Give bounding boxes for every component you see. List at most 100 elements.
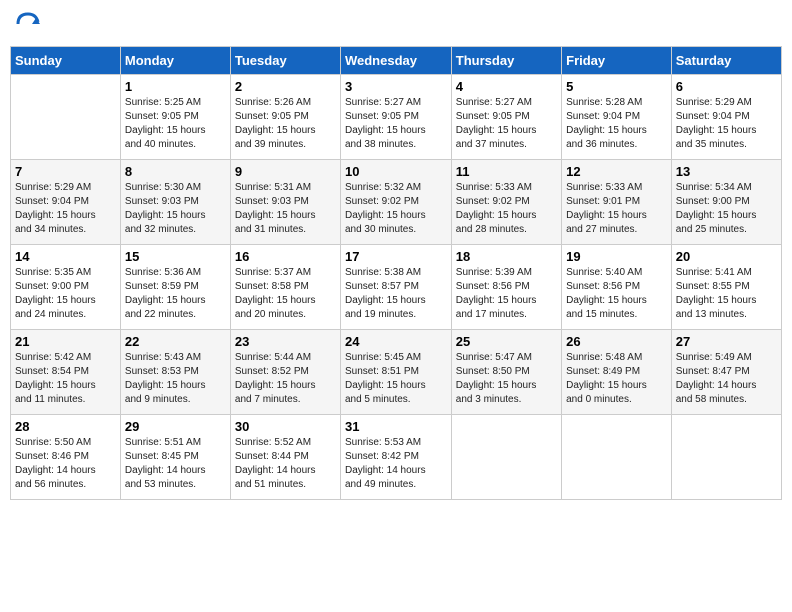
day-cell: 31 Sunrise: 5:53 AM Sunset: 8:42 PM Dayli…	[340, 415, 451, 500]
day-cell: 22 Sunrise: 5:43 AM Sunset: 8:53 PM Dayli…	[120, 330, 230, 415]
day-number: 15	[125, 249, 226, 264]
day-number: 20	[676, 249, 777, 264]
day-cell: 3 Sunrise: 5:27 AM Sunset: 9:05 PM Daylig…	[340, 75, 451, 160]
day-info: Sunrise: 5:37 AM Sunset: 8:58 PM Dayligh…	[235, 266, 336, 322]
day-number: 27	[676, 334, 777, 349]
day-info: Sunrise: 5:45 AM Sunset: 8:51 PM Dayligh…	[345, 351, 447, 407]
day-number: 4	[456, 79, 557, 94]
day-info: Sunrise: 5:26 AM Sunset: 9:05 PM Dayligh…	[235, 96, 336, 152]
day-cell: 1 Sunrise: 5:25 AM Sunset: 9:05 PM Daylig…	[120, 75, 230, 160]
day-info: Sunrise: 5:50 AM Sunset: 8:46 PM Dayligh…	[15, 436, 116, 492]
day-number: 16	[235, 249, 336, 264]
day-cell: 12 Sunrise: 5:33 AM Sunset: 9:01 PM Dayli…	[562, 160, 672, 245]
day-number: 25	[456, 334, 557, 349]
day-info: Sunrise: 5:48 AM Sunset: 8:49 PM Dayligh…	[566, 351, 667, 407]
week-row-5: 28 Sunrise: 5:50 AM Sunset: 8:46 PM Dayli…	[11, 415, 782, 500]
day-number: 12	[566, 164, 667, 179]
day-info: Sunrise: 5:52 AM Sunset: 8:44 PM Dayligh…	[235, 436, 336, 492]
day-number: 5	[566, 79, 667, 94]
day-info: Sunrise: 5:28 AM Sunset: 9:04 PM Dayligh…	[566, 96, 667, 152]
day-number: 9	[235, 164, 336, 179]
week-row-1: 1 Sunrise: 5:25 AM Sunset: 9:05 PM Daylig…	[11, 75, 782, 160]
day-number: 24	[345, 334, 447, 349]
day-cell: 14 Sunrise: 5:35 AM Sunset: 9:00 PM Dayli…	[11, 245, 121, 330]
day-info: Sunrise: 5:42 AM Sunset: 8:54 PM Dayligh…	[15, 351, 116, 407]
day-info: Sunrise: 5:43 AM Sunset: 8:53 PM Dayligh…	[125, 351, 226, 407]
day-cell: 23 Sunrise: 5:44 AM Sunset: 8:52 PM Dayli…	[230, 330, 340, 415]
page-header	[10, 10, 782, 38]
header-cell-wednesday: Wednesday	[340, 47, 451, 75]
day-number: 17	[345, 249, 447, 264]
day-cell: 9 Sunrise: 5:31 AM Sunset: 9:03 PM Daylig…	[230, 160, 340, 245]
day-number: 11	[456, 164, 557, 179]
day-info: Sunrise: 5:35 AM Sunset: 9:00 PM Dayligh…	[15, 266, 116, 322]
day-number: 3	[345, 79, 447, 94]
day-number: 31	[345, 419, 447, 434]
day-cell: 10 Sunrise: 5:32 AM Sunset: 9:02 PM Dayli…	[340, 160, 451, 245]
day-cell: 29 Sunrise: 5:51 AM Sunset: 8:45 PM Dayli…	[120, 415, 230, 500]
header-cell-sunday: Sunday	[11, 47, 121, 75]
day-info: Sunrise: 5:38 AM Sunset: 8:57 PM Dayligh…	[345, 266, 447, 322]
day-number: 29	[125, 419, 226, 434]
day-number: 19	[566, 249, 667, 264]
day-info: Sunrise: 5:51 AM Sunset: 8:45 PM Dayligh…	[125, 436, 226, 492]
calendar-table: SundayMondayTuesdayWednesdayThursdayFrid…	[10, 46, 782, 500]
day-info: Sunrise: 5:53 AM Sunset: 8:42 PM Dayligh…	[345, 436, 447, 492]
day-cell	[562, 415, 672, 500]
week-row-2: 7 Sunrise: 5:29 AM Sunset: 9:04 PM Daylig…	[11, 160, 782, 245]
day-number: 1	[125, 79, 226, 94]
day-cell: 11 Sunrise: 5:33 AM Sunset: 9:02 PM Dayli…	[451, 160, 561, 245]
day-number: 28	[15, 419, 116, 434]
header-cell-saturday: Saturday	[671, 47, 781, 75]
day-info: Sunrise: 5:49 AM Sunset: 8:47 PM Dayligh…	[676, 351, 777, 407]
day-cell: 2 Sunrise: 5:26 AM Sunset: 9:05 PM Daylig…	[230, 75, 340, 160]
day-cell: 16 Sunrise: 5:37 AM Sunset: 8:58 PM Dayli…	[230, 245, 340, 330]
day-number: 7	[15, 164, 116, 179]
day-info: Sunrise: 5:27 AM Sunset: 9:05 PM Dayligh…	[345, 96, 447, 152]
day-cell: 25 Sunrise: 5:47 AM Sunset: 8:50 PM Dayli…	[451, 330, 561, 415]
logo	[14, 10, 46, 38]
calendar-header: SundayMondayTuesdayWednesdayThursdayFrid…	[11, 47, 782, 75]
day-number: 8	[125, 164, 226, 179]
day-cell: 19Sunrise: 5:40 AM Sunset: 8:56 PM Dayli…	[562, 245, 672, 330]
day-number: 30	[235, 419, 336, 434]
day-cell: 26Sunrise: 5:48 AM Sunset: 8:49 PM Dayli…	[562, 330, 672, 415]
day-info: Sunrise: 5:41 AM Sunset: 8:55 PM Dayligh…	[676, 266, 777, 322]
day-cell: 28 Sunrise: 5:50 AM Sunset: 8:46 PM Dayli…	[11, 415, 121, 500]
day-number: 18	[456, 249, 557, 264]
day-info: Sunrise: 5:25 AM Sunset: 9:05 PM Dayligh…	[125, 96, 226, 152]
day-info: Sunrise: 5:33 AM Sunset: 9:01 PM Dayligh…	[566, 181, 667, 237]
day-info: Sunrise: 5:34 AM Sunset: 9:00 PM Dayligh…	[676, 181, 777, 237]
day-number: 23	[235, 334, 336, 349]
day-number: 10	[345, 164, 447, 179]
week-row-3: 14 Sunrise: 5:35 AM Sunset: 9:00 PM Dayli…	[11, 245, 782, 330]
day-number: 2	[235, 79, 336, 94]
day-info: Sunrise: 5:31 AM Sunset: 9:03 PM Dayligh…	[235, 181, 336, 237]
day-info: Sunrise: 5:33 AM Sunset: 9:02 PM Dayligh…	[456, 181, 557, 237]
day-cell: 21 Sunrise: 5:42 AM Sunset: 8:54 PM Dayli…	[11, 330, 121, 415]
header-cell-friday: Friday	[562, 47, 672, 75]
day-cell: 8Sunrise: 5:30 AM Sunset: 9:03 PM Daylig…	[120, 160, 230, 245]
day-cell: 30 Sunrise: 5:52 AM Sunset: 8:44 PM Dayli…	[230, 415, 340, 500]
day-info: Sunrise: 5:47 AM Sunset: 8:50 PM Dayligh…	[456, 351, 557, 407]
day-number: 21	[15, 334, 116, 349]
day-number: 14	[15, 249, 116, 264]
day-cell: 15 Sunrise: 5:36 AM Sunset: 8:59 PM Dayli…	[120, 245, 230, 330]
day-cell: 6Sunrise: 5:29 AM Sunset: 9:04 PM Daylig…	[671, 75, 781, 160]
day-cell: 17 Sunrise: 5:38 AM Sunset: 8:57 PM Dayli…	[340, 245, 451, 330]
day-cell: 24 Sunrise: 5:45 AM Sunset: 8:51 PM Dayli…	[340, 330, 451, 415]
day-cell: 7 Sunrise: 5:29 AM Sunset: 9:04 PM Daylig…	[11, 160, 121, 245]
logo-icon	[14, 10, 42, 38]
day-cell: 18Sunrise: 5:39 AM Sunset: 8:56 PM Dayli…	[451, 245, 561, 330]
day-cell: 13Sunrise: 5:34 AM Sunset: 9:00 PM Dayli…	[671, 160, 781, 245]
header-row: SundayMondayTuesdayWednesdayThursdayFrid…	[11, 47, 782, 75]
day-info: Sunrise: 5:29 AM Sunset: 9:04 PM Dayligh…	[15, 181, 116, 237]
day-cell: 27 Sunrise: 5:49 AM Sunset: 8:47 PM Dayli…	[671, 330, 781, 415]
day-cell	[11, 75, 121, 160]
day-info: Sunrise: 5:32 AM Sunset: 9:02 PM Dayligh…	[345, 181, 447, 237]
day-number: 22	[125, 334, 226, 349]
calendar-body: 1 Sunrise: 5:25 AM Sunset: 9:05 PM Daylig…	[11, 75, 782, 500]
day-info: Sunrise: 5:36 AM Sunset: 8:59 PM Dayligh…	[125, 266, 226, 322]
day-cell: 4Sunrise: 5:27 AM Sunset: 9:05 PM Daylig…	[451, 75, 561, 160]
day-info: Sunrise: 5:44 AM Sunset: 8:52 PM Dayligh…	[235, 351, 336, 407]
